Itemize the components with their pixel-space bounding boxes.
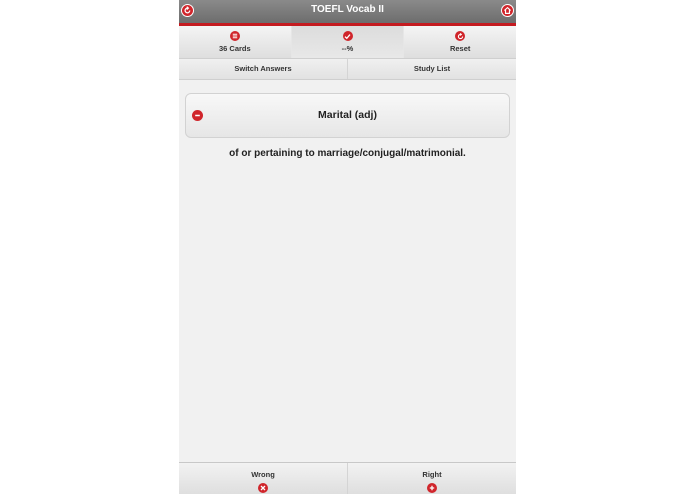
switch-answers-button[interactable]: Switch Answers bbox=[179, 59, 348, 79]
secondary-toolbar: Switch Answers Study List bbox=[179, 59, 516, 80]
score-button[interactable]: --% bbox=[291, 26, 405, 58]
close-icon bbox=[258, 483, 268, 493]
definition-text: of or pertaining to marriage/conjugal/ma… bbox=[229, 148, 466, 159]
toolbar: 36 Cards --% Reset bbox=[179, 26, 516, 59]
reset-label: Reset bbox=[449, 44, 471, 53]
app-container: TOEFL Vocab II 36 Cards --% Reset Switch… bbox=[179, 0, 516, 494]
app-title: TOEFL Vocab II bbox=[311, 4, 384, 15]
refresh-icon bbox=[455, 31, 466, 41]
wrong-button[interactable]: Wrong bbox=[179, 463, 348, 494]
score-label: --% bbox=[341, 44, 354, 53]
wrong-label: Wrong bbox=[251, 470, 275, 479]
flashcard-word: Marital (adj) bbox=[318, 109, 377, 121]
answer-bar: Wrong Right bbox=[179, 462, 516, 494]
study-list-button[interactable]: Study List bbox=[348, 59, 516, 79]
cards-count-label: 36 Cards bbox=[218, 44, 251, 53]
flashcard[interactable]: Marital (adj) bbox=[185, 93, 510, 138]
right-button[interactable]: Right bbox=[348, 463, 516, 494]
header-bar: TOEFL Vocab II bbox=[179, 0, 516, 26]
plus-icon bbox=[427, 483, 437, 493]
list-icon bbox=[229, 31, 240, 41]
checkmark-icon bbox=[342, 31, 353, 41]
right-label: Right bbox=[422, 470, 442, 479]
cards-count-button[interactable]: 36 Cards bbox=[179, 26, 292, 58]
home-icon[interactable] bbox=[501, 4, 514, 17]
reset-button[interactable]: Reset bbox=[404, 26, 516, 58]
